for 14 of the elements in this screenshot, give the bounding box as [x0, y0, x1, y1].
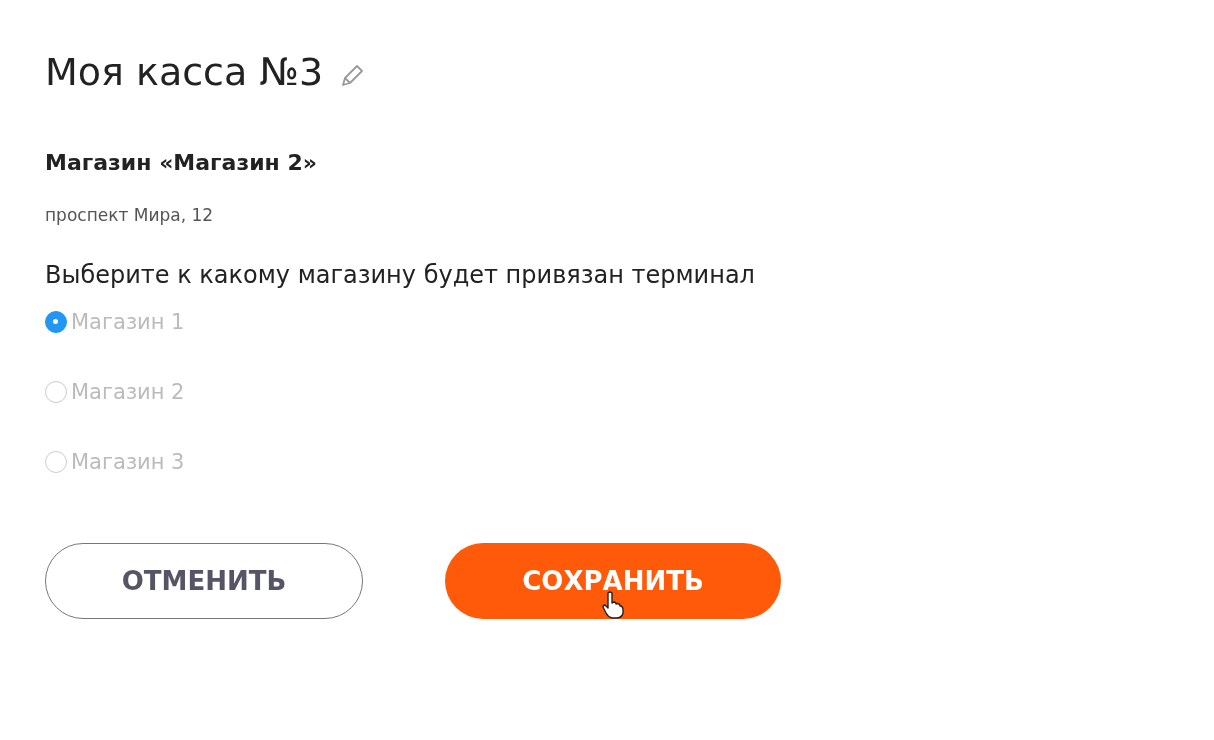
store-address: проспект Мира, 12 — [45, 205, 215, 225]
radio-button[interactable] — [45, 451, 67, 473]
radio-button[interactable] — [45, 311, 67, 333]
pencil-icon[interactable] — [339, 63, 366, 89]
radio-label[interactable]: Магазин 2 — [71, 380, 185, 404]
store-name: Магазин «Магазин 2» — [45, 150, 318, 175]
save-button[interactable]: СОХРАНИТЬ — [445, 543, 781, 619]
cancel-button[interactable]: ОТМЕНИТЬ — [45, 543, 363, 619]
hand-cursor-icon — [602, 591, 624, 619]
question-text: Выберите к какому магазину будет привязан терминал — [45, 261, 756, 289]
radio-label[interactable]: Магазин 3 — [71, 450, 185, 474]
radio-button[interactable] — [45, 381, 67, 403]
page-title: Моя касса №3 — [45, 50, 324, 94]
radio-label[interactable]: Магазин 1 — [71, 310, 185, 334]
